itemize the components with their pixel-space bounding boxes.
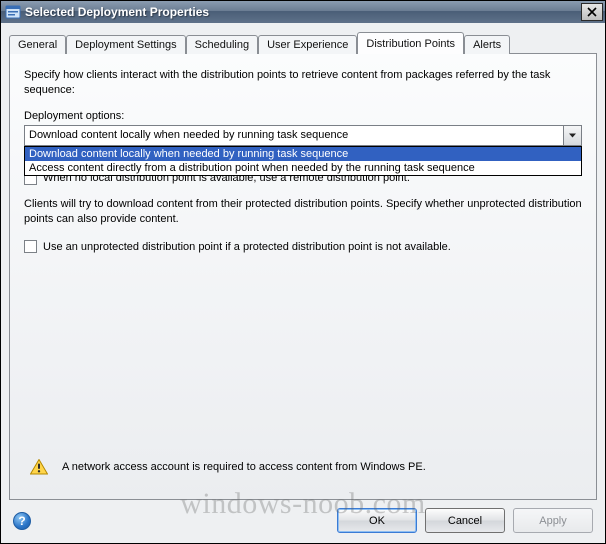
- button-label: Apply: [539, 515, 567, 527]
- dialog-window: Selected Deployment Properties General D…: [0, 0, 606, 544]
- dialog-footer: ? OK Cancel Apply: [9, 500, 597, 537]
- combobox-option[interactable]: Access content directly from a distribut…: [25, 161, 581, 175]
- combobox-selected-text: Download content locally when needed by …: [29, 129, 563, 141]
- cancel-button[interactable]: Cancel: [425, 508, 505, 533]
- tab-scheduling[interactable]: Scheduling: [186, 35, 258, 54]
- combobox-dropdown-button[interactable]: [563, 126, 581, 145]
- tab-label: Distribution Points: [366, 38, 455, 50]
- button-label: OK: [369, 515, 385, 527]
- ok-button[interactable]: OK: [337, 508, 417, 533]
- deployment-options-dropdown-list[interactable]: Download content locally when needed by …: [24, 146, 582, 176]
- warning-icon: [30, 459, 48, 475]
- tab-alerts[interactable]: Alerts: [464, 35, 510, 54]
- tab-label: User Experience: [267, 39, 348, 51]
- tab-deployment-settings[interactable]: Deployment Settings: [66, 35, 186, 54]
- client-area: General Deployment Settings Scheduling U…: [1, 23, 605, 543]
- deployment-options-label: Deployment options:: [24, 110, 582, 122]
- tab-user-experience[interactable]: User Experience: [258, 35, 357, 54]
- help-button[interactable]: ?: [13, 512, 31, 530]
- warning-row: A network access account is required to …: [30, 459, 582, 475]
- apply-button[interactable]: Apply: [513, 508, 593, 533]
- combobox-option[interactable]: Download content locally when needed by …: [25, 147, 581, 161]
- tab-label: Alerts: [473, 39, 501, 51]
- warning-text: A network access account is required to …: [62, 461, 426, 473]
- tab-general[interactable]: General: [9, 35, 66, 54]
- window-title: Selected Deployment Properties: [25, 5, 581, 19]
- tab-label: Scheduling: [195, 39, 249, 51]
- tab-label: Deployment Settings: [75, 39, 177, 51]
- tabstrip: General Deployment Settings Scheduling U…: [9, 32, 597, 54]
- button-label: Cancel: [448, 515, 482, 527]
- tab-label: General: [18, 39, 57, 51]
- clients-download-text: Clients will try to download content fro…: [24, 197, 582, 227]
- unprotected-dp-checkbox-label: Use an unprotected distribution point if…: [43, 241, 451, 253]
- titlebar[interactable]: Selected Deployment Properties: [1, 1, 605, 23]
- unprotected-dp-checkbox[interactable]: [24, 240, 37, 253]
- panel-intro-text: Specify how clients interact with the di…: [24, 68, 582, 98]
- deployment-options-combobox[interactable]: Download content locally when needed by …: [24, 125, 582, 146]
- app-icon: [5, 4, 21, 20]
- tab-panel-distribution-points: Specify how clients interact with the di…: [9, 53, 597, 500]
- close-button[interactable]: [581, 3, 603, 21]
- tab-distribution-points[interactable]: Distribution Points: [357, 32, 464, 54]
- chevron-down-icon: [568, 131, 577, 140]
